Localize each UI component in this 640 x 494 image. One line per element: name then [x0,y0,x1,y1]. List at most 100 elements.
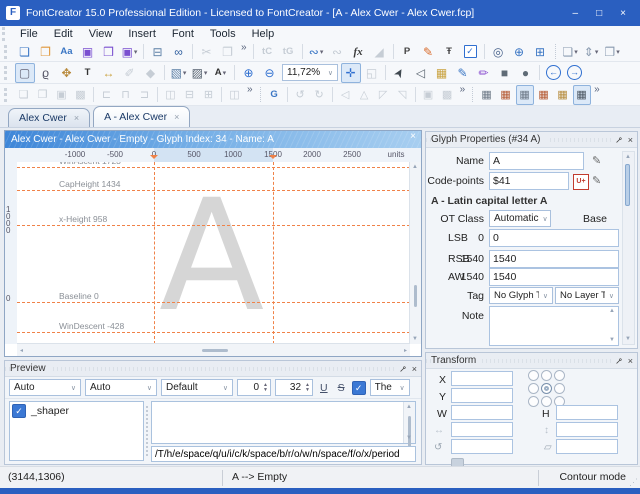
save-button[interactable]: ▣ [78,42,98,62]
font-properties-button[interactable]: P [397,42,417,62]
skew-horizontal-button[interactable]: ◸ [374,85,392,105]
fill-tool-button[interactable]: ◆ [141,63,161,83]
menu-tools[interactable]: Tools [202,26,244,42]
background-image-button[interactable]: ▧▾ [169,63,189,83]
distribute-v-button[interactable]: ⊟ [181,85,199,105]
skew-vertical-button[interactable]: ◹ [393,85,411,105]
pin-icon[interactable]: ⊸ [395,361,412,378]
dropdown-arrow-icon[interactable]: ▾ [595,48,599,56]
pin-icon[interactable]: ⊸ [611,353,628,370]
dropdown-arrow-icon[interactable]: ▾ [204,69,208,77]
scroll-up-icon[interactable]: ▲ [406,404,412,410]
pan-tool-button[interactable]: ✥ [57,63,77,83]
select-tool-button[interactable]: ▢ [15,63,35,83]
formula-button[interactable]: fx [348,42,368,62]
nav-back-button[interactable]: ← [544,63,564,83]
strikeout-toggle[interactable]: S [335,382,348,394]
pin-icon[interactable]: ⊸ [611,132,628,149]
transform-w-input[interactable] [451,405,513,420]
menu-insert[interactable]: Insert [120,26,164,42]
aw-input[interactable] [489,268,619,286]
menu-edit[interactable]: Edit [46,26,81,42]
new-font-button[interactable]: ❏ [15,42,35,62]
cut-button[interactable]: ✂ [197,42,217,62]
zoom-rect-button[interactable]: ◱ [362,63,382,83]
anchor-radio[interactable] [554,383,565,394]
feature-list-item[interactable]: ✓_shaper [12,404,141,418]
grid-lock-button[interactable]: ▦ [554,85,572,105]
glyph-window-close-icon[interactable]: × [410,131,416,142]
contour-select-button[interactable]: ◁ [411,63,431,83]
stretch-height-input[interactable] [556,422,618,437]
space-evenly-button[interactable]: ⊞ [200,85,218,105]
distribute-h-button[interactable]: ◫ [162,85,180,105]
toolbar-overflow-icon[interactable]: » [244,84,256,96]
flip-vertical-button[interactable]: △ [355,85,373,105]
scroll-left-icon[interactable]: ◂ [20,347,23,354]
scroll-right-icon[interactable]: ▸ [404,347,407,354]
font-overview-button[interactable]: Aa [57,42,77,62]
edit-codepoints-icon[interactable]: ✎ [592,174,601,187]
close-icon[interactable]: × [412,361,417,377]
anchor-radio[interactable] [528,396,539,407]
anchor-radio[interactable] [541,370,552,381]
preview-language-combo[interactable]: Auto∨ [85,379,157,396]
insert-image-button[interactable]: ▦ [432,63,452,83]
preview-tracking-stepper[interactable]: 0▲▼ [237,379,271,396]
quick-test-button[interactable]: ⊞ [530,42,550,62]
anchor-radio-selected[interactable] [541,383,552,394]
toolbar-overflow-icon[interactable]: » [591,84,603,96]
dropdown-arrow-icon[interactable]: ▾ [223,69,227,77]
menu-help[interactable]: Help [244,26,283,42]
copy-as-c-button[interactable]: tC [257,42,277,62]
intersect-button[interactable]: ▩ [438,85,456,105]
transform-x-input[interactable] [451,371,513,386]
grid-auto-rows-button[interactable]: ▦ [497,85,515,105]
page-order-button[interactable]: ⇕▾ [581,42,601,62]
preview-sample-combo[interactable]: The c∨ [370,379,410,396]
transform-h-input[interactable] [556,405,618,420]
menu-grip[interactable] [2,27,8,41]
tab-a-alex-cwer[interactable]: A - Alex Cwer× [93,106,190,127]
zoom-in-button[interactable]: ⊕ [239,63,259,83]
underline-toggle[interactable]: U [317,382,331,394]
glyph-properties-header[interactable]: Glyph Properties (#34 A) ⊸ × [426,132,637,148]
union-button[interactable]: ▣ [419,85,437,105]
tab-close-icon[interactable]: × [174,112,179,122]
transform-panel-header[interactable]: Transform ⊸ × [426,353,637,369]
close-icon[interactable]: × [628,132,633,148]
bring-front-button[interactable]: ❏ [15,85,33,105]
scroll-up-icon[interactable]: ▲ [625,154,631,160]
align-right-button[interactable]: ⊐ [136,85,154,105]
preview-script-combo[interactable]: Auto∨ [9,379,81,396]
validate-button[interactable]: ✓ [460,42,480,62]
toolbar-grip[interactable] [4,45,10,59]
resize-grip-icon[interactable]: ⋰ [629,477,638,488]
scroll-thumb[interactable] [408,416,411,450]
dropdown-arrow-icon[interactable]: ▾ [134,48,138,56]
preview-scrollbar[interactable]: ▲ ▼ [403,402,415,443]
dropdown-arrow-icon[interactable]: ▾ [616,48,620,56]
lasso-tool-button[interactable]: ϱ [36,63,56,83]
print-button[interactable]: ⊟ [148,42,168,62]
grid-full-button[interactable]: ▦ [573,85,591,105]
scroll-up-icon[interactable]: ▲ [412,164,418,170]
toolbar-grip[interactable] [4,66,10,80]
nav-forward-button[interactable]: → [565,63,585,83]
insert-ellipse-button[interactable]: ● [516,63,536,83]
send-backward-button[interactable]: ▣ [53,85,71,105]
unlink-composite-button[interactable]: ∾ [327,42,347,62]
web-preview-button[interactable]: ⊕ [509,42,529,62]
draw-points-button[interactable]: ✏ [474,63,494,83]
dropdown-arrow-icon[interactable]: ▾ [320,48,324,56]
pointer-tool-button[interactable]: ➤ [390,63,410,83]
flip-horizontal-button[interactable]: ◁ [336,85,354,105]
tab-close-icon[interactable]: × [74,113,79,123]
knife-tool-button[interactable]: ✐ [120,63,140,83]
note-scroll-down-icon[interactable]: ▼ [609,337,615,343]
codepoints-input[interactable] [489,172,569,190]
canvas-horizontal-scrollbar[interactable]: ◂ ▸ [17,343,410,356]
scroll-down-icon[interactable]: ▼ [625,336,631,342]
anchor-radio[interactable] [554,370,565,381]
glyph-outline-a[interactable]: A [159,180,264,334]
